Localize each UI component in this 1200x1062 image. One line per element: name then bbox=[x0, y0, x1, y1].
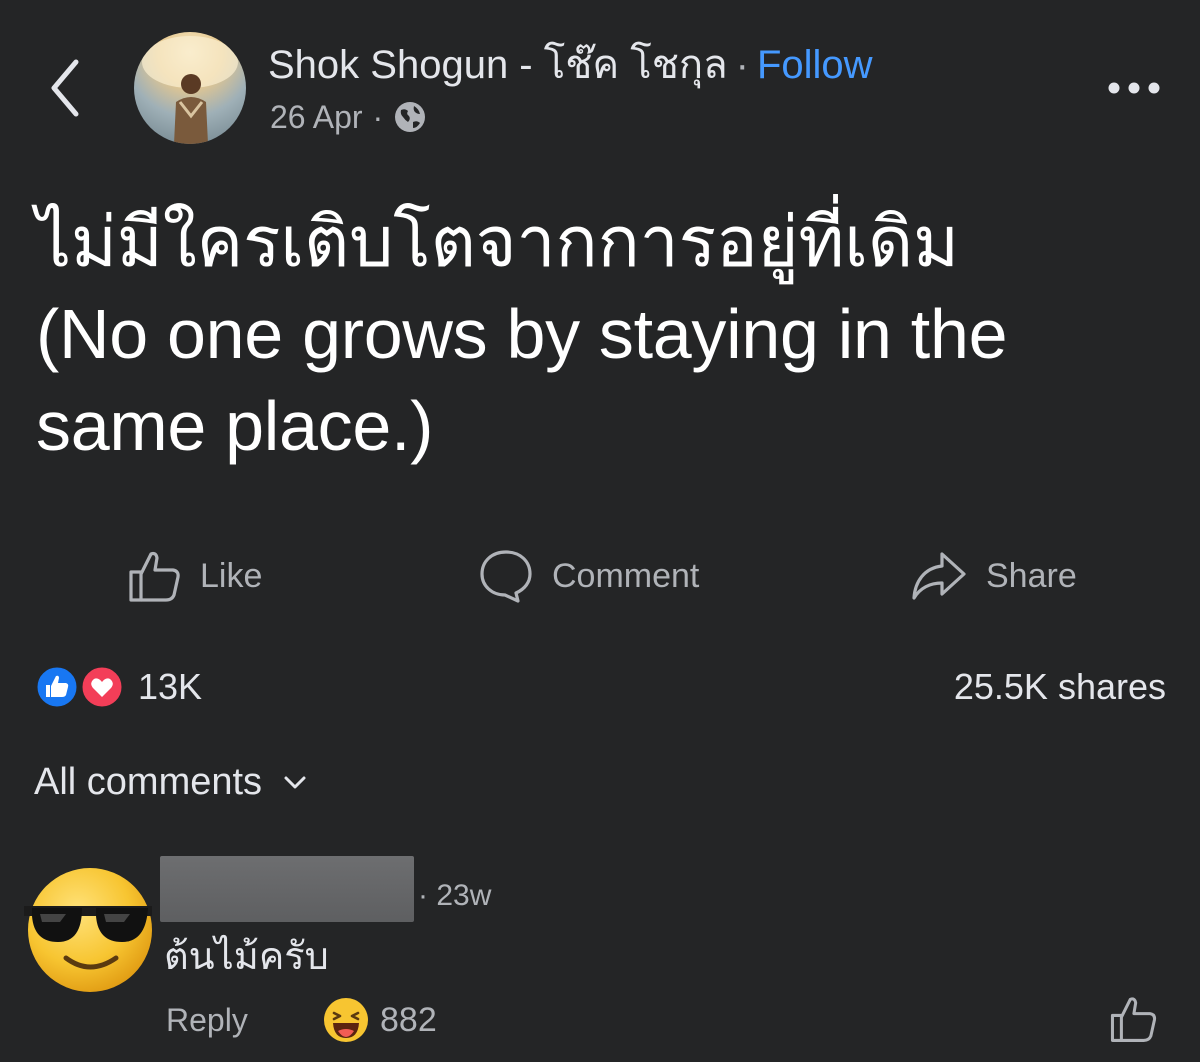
comment-time: · 23w bbox=[418, 879, 492, 912]
share-arrow-icon bbox=[912, 552, 966, 600]
post-meta: 26 Apr · bbox=[270, 96, 427, 138]
comment-bubble-icon bbox=[480, 550, 532, 603]
like-button[interactable]: Like bbox=[126, 546, 262, 606]
thumbs-up-icon bbox=[129, 551, 180, 602]
reply-button[interactable]: Reply bbox=[166, 998, 248, 1042]
comment-button[interactable]: Comment bbox=[478, 546, 699, 606]
comment-like-icon[interactable] bbox=[1108, 994, 1158, 1044]
comment-label: Comment bbox=[552, 556, 700, 595]
comment-reactions[interactable]: 882 bbox=[322, 996, 437, 1044]
like-label: Like bbox=[200, 556, 263, 595]
post-text: ไม่มีใครเติบโตจากการอยู่ที่เดิม (No one … bbox=[36, 196, 1166, 472]
comment-reaction-count: 882 bbox=[380, 1000, 437, 1039]
author-photo bbox=[142, 36, 238, 144]
more-options-icon[interactable] bbox=[1102, 72, 1166, 104]
shares-count[interactable]: 25.5K shares bbox=[0, 664, 1166, 710]
share-button[interactable]: Share bbox=[910, 546, 1077, 606]
post-date[interactable]: 26 Apr bbox=[270, 96, 363, 138]
header-separator: · bbox=[735, 43, 749, 87]
post-header-line: Shok Shogun - โช๊ค โชกุล · Follow bbox=[268, 40, 873, 90]
sunglasses-emoji-icon[interactable] bbox=[20, 862, 152, 994]
follow-button[interactable]: Follow bbox=[757, 43, 873, 87]
author-name[interactable]: Shok Shogun - โช๊ค โชกุล bbox=[268, 43, 728, 87]
meta-separator: · bbox=[372, 99, 384, 135]
globe-icon bbox=[395, 102, 426, 132]
post-text-line: ไม่มีใครเติบโตจากการอยู่ที่เดิม bbox=[36, 203, 959, 281]
redacted-commenter-name bbox=[160, 856, 414, 922]
author-avatar[interactable] bbox=[134, 32, 246, 144]
post-text-line: same place.) bbox=[36, 387, 434, 465]
share-label: Share bbox=[986, 556, 1077, 595]
back-chevron-icon[interactable] bbox=[44, 56, 88, 120]
chevron-down-icon bbox=[284, 776, 306, 789]
comments-filter-dropdown[interactable]: All comments bbox=[34, 756, 310, 808]
comments-filter-label: All comments bbox=[34, 760, 263, 803]
post-text-line: (No one grows by staying in the bbox=[36, 295, 1008, 373]
laughing-emoji-icon bbox=[324, 998, 368, 1042]
comment-text: ต้นไม้ครับ bbox=[164, 936, 329, 978]
